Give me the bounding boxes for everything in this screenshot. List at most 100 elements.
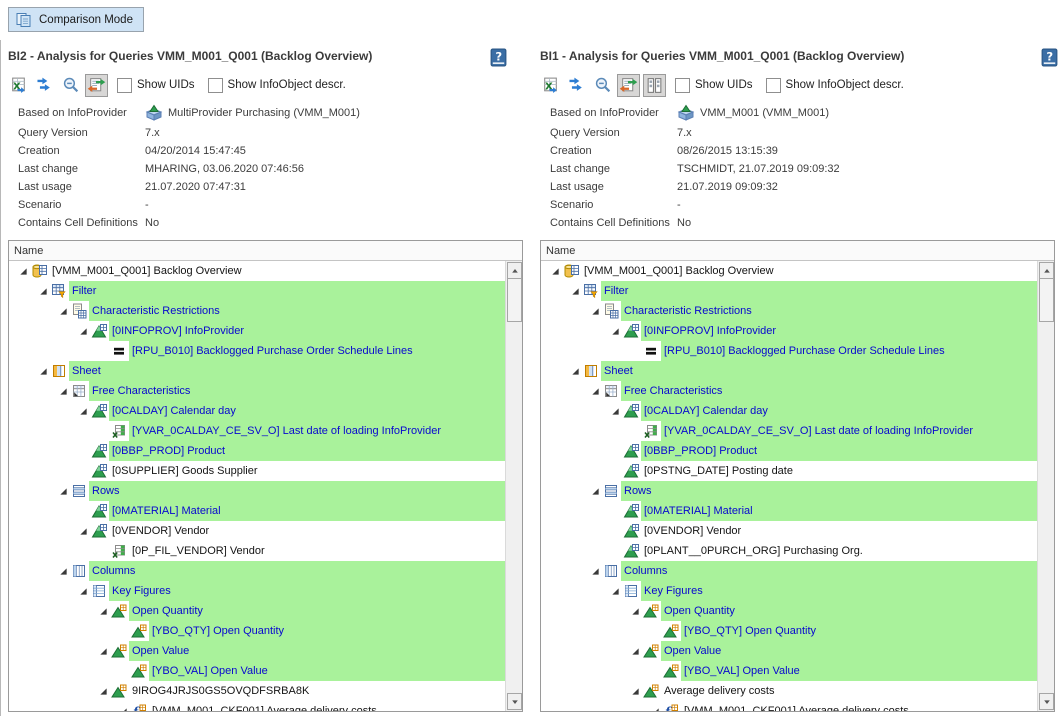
tree-row[interactable]: Filter: [9, 281, 505, 301]
compare-button[interactable]: [617, 74, 640, 97]
tree-row[interactable]: [0VENDOR] Vendor: [9, 521, 505, 541]
tree-row[interactable]: [YBO_VAL] Open Value: [541, 661, 1037, 681]
tree-row[interactable]: [0BBP_PROD] Product: [541, 441, 1037, 461]
scroll-thumb[interactable]: [1039, 278, 1054, 322]
scroll-down-button[interactable]: [507, 693, 522, 710]
compare-button[interactable]: [85, 74, 108, 97]
tree-row[interactable]: [YBO_QTY] Open Quantity: [541, 621, 1037, 641]
tree-row[interactable]: Columns: [9, 561, 505, 581]
expand-arrow-icon[interactable]: [547, 261, 563, 281]
expand-arrow-icon[interactable]: [75, 581, 91, 601]
expand-arrow-icon[interactable]: [55, 381, 71, 401]
tree-row[interactable]: Free Characteristics: [541, 381, 1037, 401]
export-button[interactable]: X: [7, 74, 30, 97]
expand-arrow-icon[interactable]: [55, 301, 71, 321]
tree-row[interactable]: [VMM_M001_Q001] Backlog Overview: [9, 261, 505, 281]
expand-arrow-icon[interactable]: [567, 281, 583, 301]
tree-row[interactable]: 9IROG4JRJS0GS5OVQDFSRBA8K: [9, 681, 505, 701]
expand-arrow-icon[interactable]: [115, 701, 131, 711]
tree-row[interactable]: Open Quantity: [541, 601, 1037, 621]
tree-row[interactable]: [RPU_B010] Backlogged Purchase Order Sch…: [541, 341, 1037, 361]
expand-arrow-icon[interactable]: [55, 481, 71, 501]
tree-row[interactable]: [0MATERIAL] Material: [9, 501, 505, 521]
tree-row[interactable]: Key Figures: [541, 581, 1037, 601]
expand-arrow-icon[interactable]: [627, 681, 643, 701]
expand-arrow-icon[interactable]: [587, 561, 603, 581]
tree-row[interactable]: [YVAR_0CALDAY_CE_SV_O] Last date of load…: [9, 421, 505, 441]
tree-row[interactable]: Characteristic Restrictions: [541, 301, 1037, 321]
tree-row[interactable]: Key Figures: [9, 581, 505, 601]
expand-arrow-icon[interactable]: [567, 361, 583, 381]
tree-row[interactable]: [0INFOPROV] InfoProvider: [9, 321, 505, 341]
expand-arrow-icon[interactable]: [587, 301, 603, 321]
tree-row[interactable]: [0PSTNG_DATE] Posting date: [541, 461, 1037, 481]
tree-row[interactable]: [0P_FIL_VENDOR] Vendor: [9, 541, 505, 561]
expand-arrow-icon[interactable]: [35, 281, 51, 301]
comparison-mode-button[interactable]: Comparison Mode: [8, 7, 144, 32]
expand-arrow-icon[interactable]: [95, 681, 111, 701]
zoom-out-button[interactable]: [59, 74, 82, 97]
tree-scrollbar[interactable]: [505, 261, 522, 711]
tree-row[interactable]: Open Value: [9, 641, 505, 661]
show-infoobject-descr-checkbox[interactable]: [208, 78, 223, 93]
tree-row[interactable]: [0INFOPROV] InfoProvider: [541, 321, 1037, 341]
expand-arrow-icon[interactable]: [55, 561, 71, 581]
tree-row[interactable]: Filter: [541, 281, 1037, 301]
transfer-button[interactable]: [33, 74, 56, 97]
tree-row[interactable]: Columns: [541, 561, 1037, 581]
tree-row[interactable]: Free Characteristics: [9, 381, 505, 401]
expand-arrow-icon[interactable]: [35, 361, 51, 381]
tree-row[interactable]: Rows: [541, 481, 1037, 501]
tree-column-header-name[interactable]: Name: [541, 241, 1054, 261]
expand-arrow-icon[interactable]: [15, 261, 31, 281]
tree-row[interactable]: [0CALDAY] Calendar day: [541, 401, 1037, 421]
expand-arrow-icon[interactable]: [95, 641, 111, 661]
expand-arrow-icon[interactable]: [627, 601, 643, 621]
scroll-up-button[interactable]: [1039, 262, 1054, 279]
tree-row[interactable]: Sheet: [9, 361, 505, 381]
show-uids-checkbox[interactable]: [117, 78, 132, 93]
scroll-up-button[interactable]: [507, 262, 522, 279]
expand-arrow-icon[interactable]: [647, 701, 663, 711]
tree-row[interactable]: Average delivery costs: [541, 681, 1037, 701]
expand-arrow-icon[interactable]: [587, 381, 603, 401]
tree-row[interactable]: [0MATERIAL] Material: [541, 501, 1037, 521]
expand-arrow-icon[interactable]: [607, 321, 623, 341]
tree-row[interactable]: [0SUPPLIER] Goods Supplier: [9, 461, 505, 481]
tree-row[interactable]: [VMM_M001_Q001] Backlog Overview: [541, 261, 1037, 281]
tree-row[interactable]: Open Value: [541, 641, 1037, 661]
show-uids-checkbox[interactable]: [675, 78, 690, 93]
tree-row[interactable]: Open Quantity: [9, 601, 505, 621]
technical-display-button[interactable]: [643, 74, 666, 97]
tree-row[interactable]: Rows: [9, 481, 505, 501]
expand-arrow-icon[interactable]: [607, 581, 623, 601]
expand-arrow-icon[interactable]: [627, 641, 643, 661]
tree-row[interactable]: Characteristic Restrictions: [9, 301, 505, 321]
help-button[interactable]: ?: [1041, 48, 1058, 67]
expand-arrow-icon[interactable]: [607, 401, 623, 421]
scroll-down-button[interactable]: [1039, 693, 1054, 710]
transfer-button[interactable]: [565, 74, 588, 97]
export-button[interactable]: X: [539, 74, 562, 97]
tree-row[interactable]: [YVAR_0CALDAY_CE_SV_O] Last date of load…: [541, 421, 1037, 441]
expand-arrow-icon[interactable]: [75, 401, 91, 421]
expand-arrow-icon[interactable]: [75, 321, 91, 341]
tree-scrollbar[interactable]: [1037, 261, 1054, 711]
tree-row[interactable]: f[VMM_M001_CKF001] Average delivery cost…: [9, 701, 505, 711]
scroll-thumb[interactable]: [507, 278, 522, 322]
expand-arrow-icon[interactable]: [95, 601, 111, 621]
tree-row[interactable]: [0CALDAY] Calendar day: [9, 401, 505, 421]
tree-row[interactable]: [YBO_VAL] Open Value: [9, 661, 505, 681]
tree-row[interactable]: [0PLANT__0PURCH_ORG] Purchasing Org.: [541, 541, 1037, 561]
tree-row[interactable]: [YBO_QTY] Open Quantity: [9, 621, 505, 641]
help-button[interactable]: ?: [490, 48, 507, 67]
zoom-out-button[interactable]: [591, 74, 614, 97]
tree-row[interactable]: [RPU_B010] Backlogged Purchase Order Sch…: [9, 341, 505, 361]
tree-column-header-name[interactable]: Name: [9, 241, 522, 261]
expand-arrow-icon[interactable]: [587, 481, 603, 501]
tree-row[interactable]: Sheet: [541, 361, 1037, 381]
tree-row[interactable]: f[VMM_M001_CKF001] Average delivery cost…: [541, 701, 1037, 711]
expand-arrow-icon[interactable]: [75, 521, 91, 541]
tree-row[interactable]: [0VENDOR] Vendor: [541, 521, 1037, 541]
show-infoobject-descr-checkbox[interactable]: [766, 78, 781, 93]
